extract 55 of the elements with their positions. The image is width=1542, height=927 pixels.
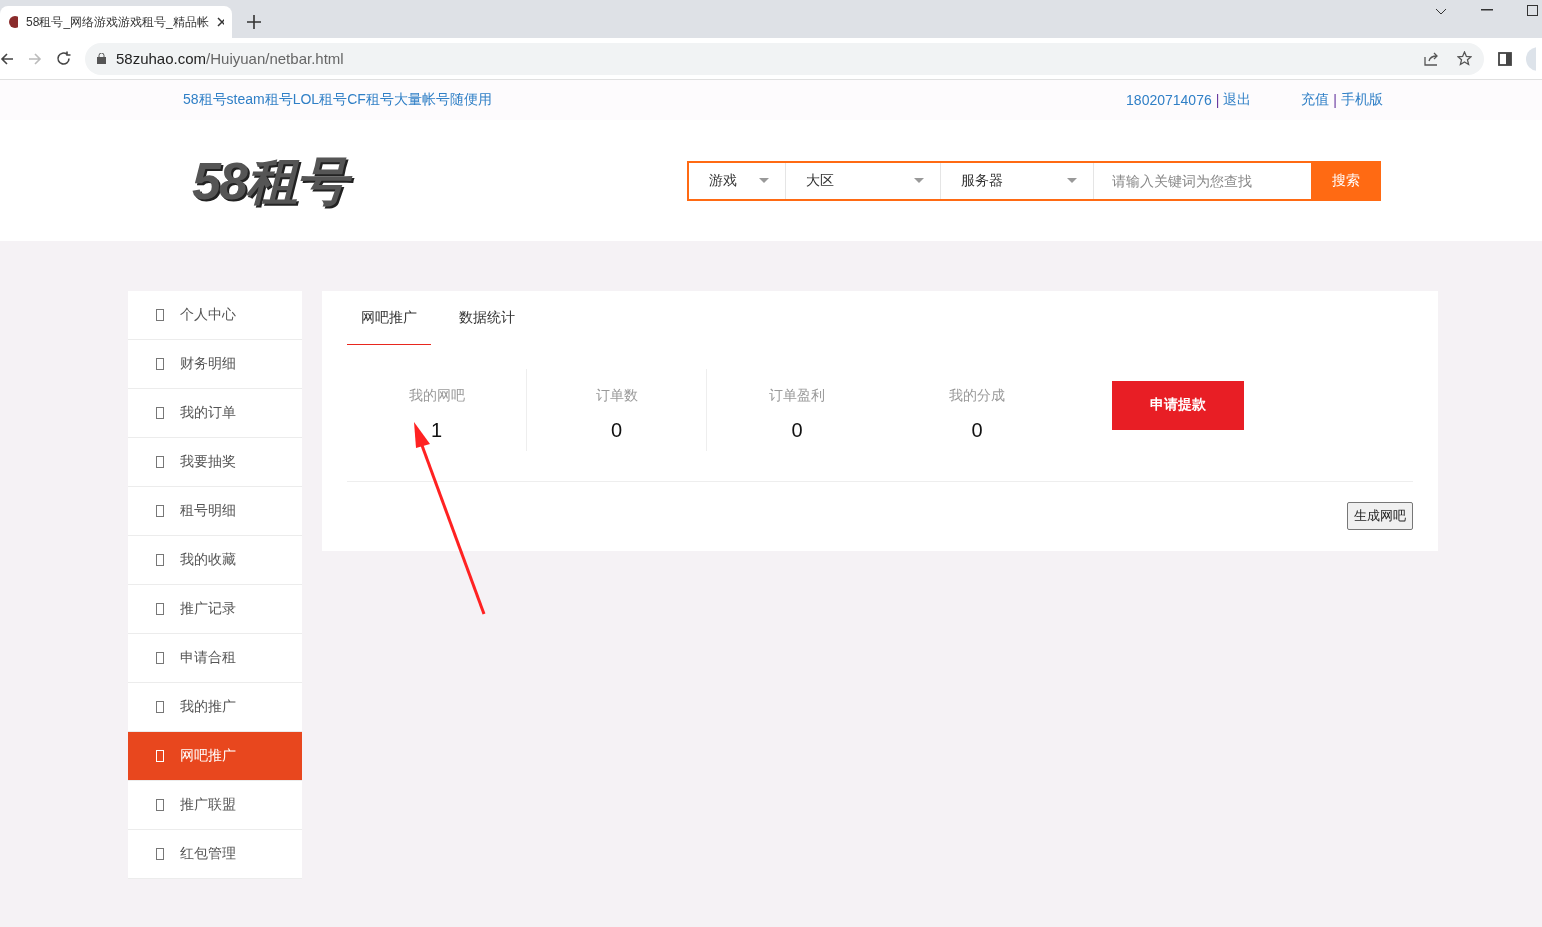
missing-glyph-icon (156, 603, 164, 615)
star-icon[interactable] (1457, 51, 1472, 66)
stat-label: 我的分成 (949, 387, 1005, 405)
caret-icon (759, 178, 770, 183)
tab-title: 58租号_网络游戏游戏租号_精品帐 (26, 13, 209, 31)
caret-icon (1067, 178, 1078, 183)
missing-glyph-icon (156, 554, 164, 566)
missing-glyph-icon (156, 407, 164, 419)
missing-glyph-icon (156, 701, 164, 713)
missing-glyph-icon (156, 750, 164, 762)
missing-glyph-icon (156, 456, 164, 468)
tab[interactable]: 数据统计 (445, 291, 529, 345)
back-icon[interactable] (0, 51, 14, 66)
close-icon[interactable] (216, 17, 224, 27)
reload-icon[interactable] (56, 51, 71, 66)
generate-button[interactable]: 生成网吧 (1347, 502, 1413, 530)
mobile-link[interactable]: 手机版 (1341, 91, 1383, 109)
missing-glyph-icon (156, 309, 164, 321)
stat-value: 0 (791, 419, 803, 442)
logout-link[interactable]: 退出 (1223, 91, 1252, 109)
stat-label: 订单数 (595, 387, 638, 405)
lock-icon (97, 53, 106, 64)
missing-glyph-icon (156, 505, 164, 517)
recharge-link[interactable]: 充值 (1301, 91, 1330, 109)
dropdown-select[interactable]: 游戏 (689, 162, 787, 199)
missing-glyph-icon (156, 799, 164, 811)
missing-glyph-icon (156, 652, 164, 664)
minimize-icon[interactable] (1481, 9, 1493, 11)
caret-icon (914, 178, 925, 183)
separator: | (1215, 92, 1220, 108)
stat-label: 订单盈利 (769, 387, 825, 405)
stat-value: 1 (430, 419, 443, 442)
dropdown-select[interactable]: 大区 (786, 162, 942, 199)
favicon-icon (8, 15, 19, 29)
new-tab-icon[interactable] (247, 15, 261, 29)
withdraw-button[interactable]: 申请提款 (1112, 380, 1244, 430)
missing-glyph-icon (156, 358, 164, 370)
stat-label: 我的网吧 (408, 387, 465, 405)
slogan-link[interactable]: 58租号steam租号LOL租号CF租号大量帐号随便用 (183, 91, 492, 109)
stat-value: 0 (610, 419, 623, 442)
url-text: 58zuhao.com/Huiyuan/netbar.html (116, 50, 345, 67)
tab[interactable]: 网吧推广 (347, 291, 431, 345)
missing-glyph-icon (156, 848, 164, 860)
phone-link[interactable]: 18020714076 (1126, 92, 1212, 108)
sidebar-item[interactable]: 网吧推广 (128, 732, 302, 781)
site-logo[interactable]: 58租号 (190, 145, 354, 216)
separator: | (1333, 92, 1337, 108)
browser-tab[interactable]: 58租号_网络游戏游戏租号_精品帐 (0, 6, 232, 38)
address-bar[interactable]: 58zuhao.com/Huiyuan/netbar.html (85, 42, 1484, 75)
stat-value: 0 (971, 419, 983, 442)
maximize-icon[interactable] (1527, 5, 1538, 16)
search-bar[interactable]: 游戏 大区 服务器 请输入关键词为您查找 搜索 (687, 160, 1381, 201)
side-panel-icon[interactable] (1498, 51, 1512, 66)
share-icon[interactable] (1424, 51, 1439, 66)
chevron-down-icon[interactable] (1435, 8, 1447, 16)
